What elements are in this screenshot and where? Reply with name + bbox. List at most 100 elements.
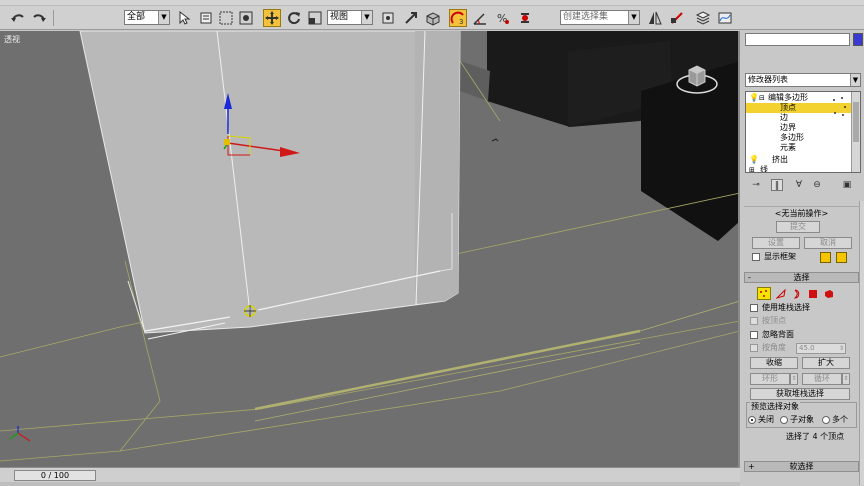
spinner-snap-button[interactable]: [516, 9, 534, 27]
time-slider[interactable]: 0 / 100: [14, 470, 96, 481]
layers-button[interactable]: [694, 9, 712, 27]
stack-item-extrude[interactable]: 💡 挤出: [746, 155, 852, 165]
pivot-center-icon: [382, 12, 394, 24]
preview-selection-title: 预览选择对象: [750, 402, 800, 412]
soft-selection-rollout-header[interactable]: + 软选择: [744, 461, 859, 472]
loop-button[interactable]: 循环: [802, 373, 842, 385]
pivot-center-button[interactable]: [379, 9, 397, 27]
collapse-icon[interactable]: ⊟: [759, 93, 765, 103]
shrink-button[interactable]: 收缩: [750, 357, 798, 369]
command-panel-scrollbar[interactable]: [859, 201, 864, 485]
manipulate-button[interactable]: [402, 9, 420, 27]
settings-button[interactable]: 设置: [752, 237, 800, 249]
chevron-down-icon: ▼: [850, 74, 860, 86]
scale-button[interactable]: [306, 9, 324, 27]
timeline-track[interactable]: [0, 482, 740, 486]
expand-icon[interactable]: ⊞: [749, 165, 755, 172]
remove-modifier-icon[interactable]: ⊖: [811, 179, 823, 191]
mirror-button[interactable]: [646, 9, 664, 27]
border-subobject-button[interactable]: [790, 287, 804, 300]
viewcube-icon: [676, 65, 718, 94]
by-angle-checkbox[interactable]: [750, 344, 758, 352]
undo-button[interactable]: [9, 9, 27, 27]
polygon-icon: [809, 289, 817, 298]
move-icon: [265, 11, 279, 25]
pin-stack-icon[interactable]: ⊸: [750, 179, 762, 191]
percent-snap-button[interactable]: %: [494, 9, 512, 27]
rect-select-button[interactable]: [217, 9, 235, 27]
commit-button[interactable]: 提交: [776, 221, 820, 233]
use-stack-selection-checkbox[interactable]: [750, 304, 758, 312]
cage-selected-color-swatch[interactable]: [836, 252, 847, 263]
command-panel-modify: 修改器列表 ▼ 💡 ⊟ 编辑多边形 顶点 边 边界 多边形 元素 💡 挤出 ⊞: [742, 31, 864, 486]
select-object-button[interactable]: [175, 9, 193, 27]
ring-button[interactable]: 环形: [750, 373, 790, 385]
ring-spinner[interactable]: ⇕: [790, 373, 798, 385]
edge-subobject-button[interactable]: [774, 287, 788, 300]
preview-multi-radio[interactable]: [822, 416, 830, 424]
snap-toggle-button[interactable]: 3: [449, 9, 467, 27]
move-button[interactable]: [263, 9, 281, 27]
curve-editor-icon: [718, 12, 732, 24]
make-unique-icon[interactable]: ∀: [793, 179, 805, 191]
expand-rollout-icon: +: [748, 462, 755, 471]
perspective-viewport[interactable]: 透视: [0, 31, 740, 467]
loop-spinner[interactable]: ⇕: [842, 373, 850, 385]
curve-editor-button[interactable]: [716, 9, 734, 27]
select-icon: [179, 10, 191, 25]
show-end-result-icon[interactable]: ‖: [771, 179, 783, 191]
stack-item-border[interactable]: 边界: [746, 123, 852, 133]
get-stack-selection-button[interactable]: 获取堆栈选择: [750, 388, 850, 400]
reference-coordinate-dropdown[interactable]: 视图 ▼: [327, 10, 373, 25]
polygon-subobject-button[interactable]: [806, 287, 820, 300]
rotate-button[interactable]: [285, 9, 303, 27]
redo-button[interactable]: [30, 9, 48, 27]
frame-display: 0 / 100: [40, 471, 70, 480]
element-subobject-button[interactable]: [822, 287, 836, 300]
preview-off-label: 关闭: [758, 415, 774, 424]
keyboard-shortcut-button[interactable]: [424, 9, 442, 27]
svg-text:3: 3: [459, 18, 463, 26]
selected-box-object: [79, 31, 461, 334]
stack-scroll-thumb[interactable]: [853, 102, 859, 142]
cancel-button[interactable]: 取消: [804, 237, 852, 249]
preview-subobject-radio[interactable]: [780, 416, 788, 424]
by-angle-spinner[interactable]: 45.0 ⇕: [796, 343, 846, 354]
element-icon: [825, 289, 833, 298]
toolbar-separator: [53, 10, 54, 26]
by-vertex-checkbox[interactable]: [750, 317, 758, 325]
object-color-swatch[interactable]: [853, 33, 863, 46]
reference-coordinate-value: 视图: [330, 12, 349, 22]
cage-color-swatch[interactable]: [820, 252, 831, 263]
show-cage-label: 显示框架: [764, 252, 796, 261]
redo-icon: [33, 14, 46, 22]
ignore-backfacing-checkbox[interactable]: [750, 331, 758, 339]
stack-item-line[interactable]: ⊞ 线: [746, 165, 852, 172]
stack-item-element[interactable]: 元素: [746, 143, 852, 153]
selection-filter-dropdown[interactable]: 全部 ▼: [124, 10, 170, 25]
stack-item-label: 编辑多边形: [768, 93, 808, 102]
align-icon: [671, 12, 683, 24]
stack-item-polygon[interactable]: 多边形: [746, 133, 852, 143]
modifier-list-dropdown[interactable]: 修改器列表 ▼: [745, 73, 861, 87]
grow-button[interactable]: 扩大: [802, 357, 850, 369]
angle-snap-button[interactable]: [471, 9, 489, 27]
lightbulb-icon[interactable]: 💡: [749, 93, 759, 103]
lightbulb-icon[interactable]: 💡: [749, 155, 759, 165]
stack-scrollbar[interactable]: [851, 92, 860, 172]
preview-off-radio[interactable]: [748, 416, 756, 424]
angle-snap-icon: [473, 13, 486, 25]
selection-rollout-header[interactable]: - 选择: [744, 272, 859, 283]
object-name-field[interactable]: [745, 33, 850, 46]
show-cage-checkbox[interactable]: [752, 253, 760, 261]
configure-sets-icon[interactable]: ▣: [841, 179, 853, 191]
viewcube[interactable]: [675, 54, 719, 98]
viewport-label[interactable]: 透视: [4, 34, 20, 45]
vertex-subobject-button[interactable]: [757, 287, 771, 300]
align-button[interactable]: [668, 9, 686, 27]
named-selection-set-dropdown[interactable]: 创建选择集 ▼: [560, 10, 640, 25]
spinner-arrows-icon[interactable]: ⇕: [838, 344, 845, 353]
select-by-name-button[interactable]: [197, 9, 215, 27]
window-crossing-button[interactable]: [237, 9, 255, 27]
select-by-name-icon: [200, 12, 212, 24]
